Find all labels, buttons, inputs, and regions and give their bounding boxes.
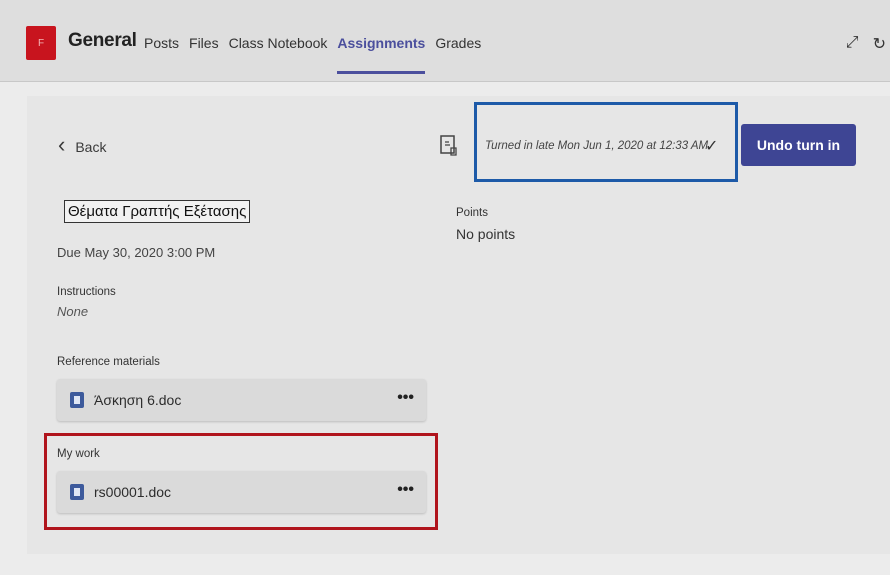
back-button[interactable]: ‹ Back <box>58 132 107 157</box>
assignment-title: Θέματα Γραπτής Εξέτασης <box>64 200 251 223</box>
back-label: Back <box>75 138 107 155</box>
team-logo-letter: F <box>37 37 45 49</box>
status-highlight <box>474 102 738 182</box>
more-options-icon[interactable]: ••• <box>397 389 414 407</box>
points-label: Points <box>456 207 488 219</box>
points-value: No points <box>456 226 516 242</box>
instructions-label: Instructions <box>57 286 116 298</box>
tab-class-notebook[interactable]: Class Notebook <box>229 35 328 51</box>
header-actions: ⤢ ↻ <box>846 34 886 54</box>
app-header: F General Posts Files Class Notebook Ass… <box>0 0 890 82</box>
tab-posts[interactable]: Posts <box>144 35 179 51</box>
due-date: Due May 30, 2020 3:00 PM <box>57 245 216 260</box>
team-logo[interactable]: F <box>26 26 56 60</box>
channel-name: General <box>68 30 137 51</box>
word-document-icon <box>70 392 84 408</box>
file-name: Άσκηση 6.doc <box>94 392 182 408</box>
instructions-value: None <box>57 304 89 319</box>
reference-materials-label: Reference materials <box>57 356 160 368</box>
expand-icon[interactable]: ⤢ <box>846 34 859 54</box>
chevron-left-icon: ‹ <box>58 132 66 157</box>
my-work-highlight <box>44 433 438 530</box>
tab-grades[interactable]: Grades <box>435 35 481 51</box>
tab-files[interactable]: Files <box>189 35 219 51</box>
refresh-icon[interactable]: ↻ <box>873 34 886 54</box>
undo-turn-in-button[interactable]: Undo turn in <box>741 124 856 166</box>
tab-assignments[interactable]: Assignments <box>337 35 425 74</box>
immersive-reader-icon[interactable] <box>440 135 458 157</box>
reference-file-card[interactable]: Άσκηση 6.doc ••• <box>57 379 426 421</box>
channel-tabs: Posts Files Class Notebook Assignments G… <box>144 35 491 74</box>
